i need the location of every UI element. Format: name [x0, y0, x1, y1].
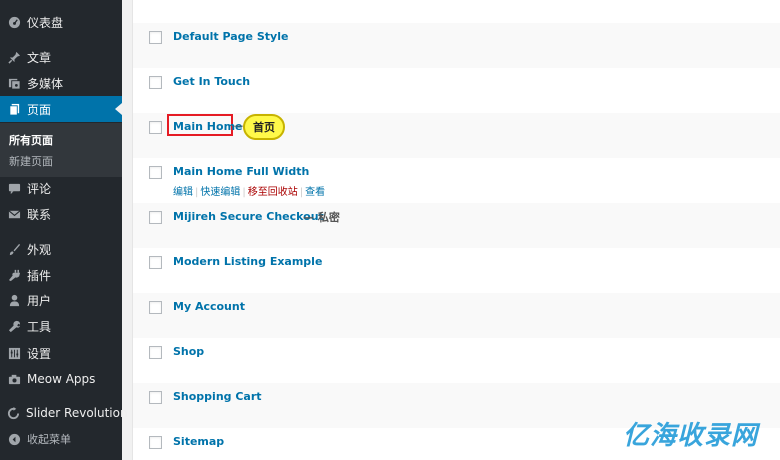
table-row: Main Home Full Width 编辑 | 快速编辑 | 移至回收站 | 查看: [133, 158, 780, 203]
page-title-link[interactable]: Shop: [173, 345, 204, 358]
menu-meow-apps-label: Meow Apps: [27, 372, 96, 386]
row-checkbox[interactable]: [149, 256, 162, 269]
row-checkbox[interactable]: [149, 346, 162, 359]
quick-edit-link[interactable]: 快速编辑: [200, 187, 240, 198]
menu-appearance[interactable]: 外观: [0, 236, 122, 262]
table-row: My Account: [133, 293, 780, 338]
user-icon: [7, 293, 21, 307]
separator: |: [242, 187, 246, 198]
menu-contact[interactable]: 联系: [0, 201, 122, 227]
separator: |: [299, 187, 304, 198]
pages-icon: [7, 102, 21, 116]
comment-icon: [7, 181, 21, 195]
menu-posts-label: 文章: [27, 50, 52, 65]
admin-sidebar: 仪表盘 文章 多媒体 页面 所有页面 新建页面 评论 联系 外观 插件 用户 工…: [0, 0, 128, 460]
settings-icon: [7, 346, 21, 360]
table-row: Shop: [133, 338, 780, 383]
table-row-partial: [133, 0, 780, 23]
pin-icon: [7, 50, 21, 64]
menu-plugins[interactable]: 插件: [0, 262, 122, 288]
menu-tools-label: 工具: [27, 319, 52, 334]
row-checkbox[interactable]: [149, 31, 162, 44]
pages-submenu: 所有页面 新建页面: [0, 123, 122, 177]
menu-appearance-label: 外观: [27, 242, 52, 257]
menu-settings[interactable]: 设置: [0, 340, 122, 366]
pages-list-table: Default Page Style Get In Touch Main Hom…: [132, 0, 780, 460]
menu-media-label: 多媒体: [27, 76, 64, 91]
menu-comments[interactable]: 评论: [0, 175, 122, 201]
menu-users[interactable]: 用户: [0, 287, 122, 313]
row-checkbox[interactable]: [149, 76, 162, 89]
row-checkbox[interactable]: [149, 121, 162, 134]
row-checkbox[interactable]: [149, 391, 162, 404]
page-title-link[interactable]: Shopping Cart: [173, 390, 262, 403]
menu-collapse[interactable]: 收起菜单: [0, 426, 122, 452]
main-content: Default Page Style Get In Touch Main Hom…: [122, 0, 780, 460]
menu-dashboard-label: 仪表盘: [27, 15, 64, 30]
mail-icon: [7, 207, 21, 221]
page-title-link[interactable]: Mijireh Secure Checkout: [173, 210, 324, 223]
page-title-link[interactable]: Sitemap: [173, 435, 224, 448]
refresh-icon: [7, 406, 20, 420]
menu-comments-label: 评论: [27, 181, 52, 196]
row-checkbox[interactable]: [149, 436, 162, 449]
menu-plugins-label: 插件: [27, 268, 52, 283]
submenu-all-pages[interactable]: 所有页面: [9, 132, 53, 148]
table-row: Default Page Style: [133, 23, 780, 68]
plugin-icon: [7, 268, 21, 282]
menu-pages[interactable]: 页面: [0, 96, 122, 122]
page-title-link[interactable]: My Account: [173, 300, 245, 313]
table-row: Main Home — 首页: [133, 113, 780, 158]
annotation-bubble: 首页: [243, 114, 285, 140]
row-actions: 编辑 | 快速编辑 | 移至回收站 | 查看: [173, 183, 325, 198]
menu-settings-label: 设置: [27, 346, 52, 361]
table-row: Mijireh Secure Checkout — 私密: [133, 203, 780, 248]
trash-link[interactable]: 移至回收站: [248, 187, 298, 198]
table-row: Get In Touch: [133, 68, 780, 113]
edit-link[interactable]: 编辑: [173, 187, 193, 198]
page-title-link[interactable]: Get In Touch: [173, 75, 250, 88]
menu-collapse-label: 收起菜单: [27, 433, 71, 446]
row-checkbox[interactable]: [149, 211, 162, 224]
watermark: 亿海收录网: [622, 421, 758, 451]
menu-dashboard[interactable]: 仪表盘: [0, 9, 122, 35]
page-title-link[interactable]: Main Home Full Width: [173, 165, 309, 178]
table-row: Modern Listing Example: [133, 248, 780, 293]
menu-users-label: 用户: [27, 293, 52, 308]
row-checkbox[interactable]: [149, 166, 162, 179]
camera-icon: [7, 372, 21, 386]
menu-contact-label: 联系: [27, 207, 52, 222]
view-link[interactable]: 查看: [305, 187, 325, 198]
row-checkbox[interactable]: [149, 301, 162, 314]
brush-icon: [7, 242, 21, 256]
menu-media[interactable]: 多媒体: [0, 70, 122, 96]
menu-tools[interactable]: 工具: [0, 313, 122, 339]
active-menu-arrow: [115, 103, 122, 115]
submenu-new-page[interactable]: 新建页面: [9, 153, 53, 169]
media-icon: [7, 76, 21, 90]
wrench-icon: [7, 319, 21, 333]
page-title-link[interactable]: Default Page Style: [173, 30, 288, 43]
menu-slider-revolution[interactable]: Slider Revolution: [0, 400, 128, 426]
menu-slider-revolution-label: Slider Revolution: [26, 406, 128, 420]
menu-meow-apps[interactable]: Meow Apps: [0, 366, 122, 392]
separator: |: [195, 187, 199, 198]
dashboard-icon: [7, 15, 21, 29]
page-title-link[interactable]: Modern Listing Example: [173, 255, 322, 268]
collapse-icon: [7, 432, 21, 446]
private-state-label: — 私密: [303, 211, 340, 224]
menu-pages-label: 页面: [27, 102, 52, 117]
menu-posts[interactable]: 文章: [0, 44, 122, 70]
